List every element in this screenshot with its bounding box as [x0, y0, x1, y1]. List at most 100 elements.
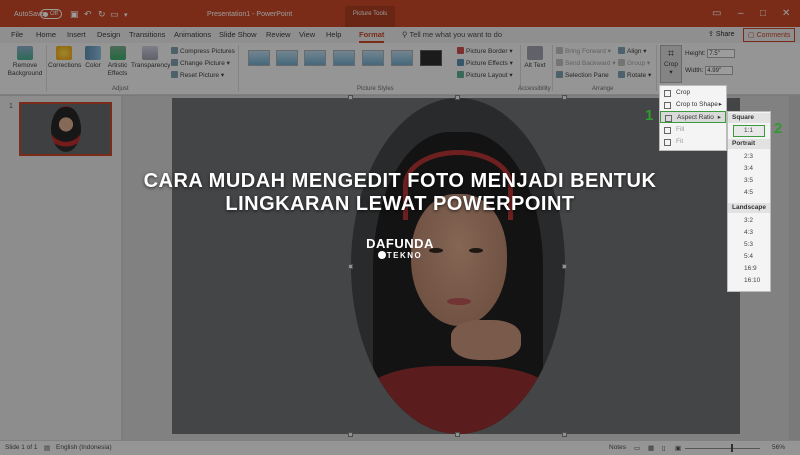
tab-transitions[interactable]: Transitions — [129, 30, 165, 39]
send-backward-icon — [556, 59, 563, 66]
picture-layout-label: Picture Layout — [466, 72, 508, 79]
aspect-3-5[interactable]: 3:5 — [744, 176, 753, 185]
width-input[interactable]: 4.99" — [705, 66, 734, 75]
artistic-effects-button[interactable]: Artistic Effects — [105, 46, 130, 78]
change-picture-button[interactable]: Change Picture ▾ — [171, 59, 230, 67]
slide-thumbnail-pane: 1 — [0, 96, 122, 440]
tab-view[interactable]: View — [299, 30, 315, 39]
resize-handle[interactable] — [348, 264, 353, 269]
aspect-4-5[interactable]: 4:5 — [744, 188, 753, 197]
menu-item-fill[interactable]: Fill — [660, 124, 726, 136]
tab-slide-show[interactable]: Slide Show — [219, 30, 257, 39]
alt-text-button[interactable]: Alt Text — [524, 46, 546, 70]
picture-style-5[interactable] — [362, 50, 384, 66]
picture-style-2[interactable] — [276, 50, 298, 66]
share-button[interactable]: ⇪ Share — [704, 28, 739, 40]
save-icon[interactable]: ▣ — [70, 9, 79, 20]
picture-style-4[interactable] — [333, 50, 355, 66]
tab-format[interactable]: Format — [359, 30, 385, 43]
transparency-button[interactable]: Transparency — [131, 46, 171, 70]
compress-pictures-button[interactable]: Compress Pictures — [171, 47, 235, 55]
picture-border-label: Picture Border — [466, 48, 508, 55]
menu-item-crop-to-shape[interactable]: Crop to Shape ▸ — [660, 99, 726, 111]
bring-forward-button[interactable]: Bring Forward ▾ — [556, 47, 611, 55]
reading-view-icon[interactable]: ▯ — [662, 444, 666, 452]
menu-item-crop[interactable]: Crop — [660, 87, 726, 99]
resize-handle[interactable] — [348, 95, 353, 100]
aspect-16-10[interactable]: 16:10 — [744, 276, 760, 285]
language-indicator[interactable]: English (Indonesia) — [56, 444, 112, 451]
minimize-icon[interactable]: – — [738, 8, 744, 19]
zoom-slider[interactable] — [685, 448, 760, 449]
tab-help[interactable]: Help — [326, 30, 341, 39]
group-icon — [618, 59, 625, 66]
tab-design[interactable]: Design — [97, 30, 120, 39]
picture-style-1[interactable] — [248, 50, 270, 66]
zoom-slider-thumb[interactable] — [731, 444, 733, 452]
picture-style-7[interactable] — [420, 50, 442, 66]
picture-style-3[interactable] — [304, 50, 326, 66]
transparency-icon — [142, 46, 158, 60]
slide-thumbnail-1[interactable] — [19, 102, 112, 156]
rotate-button[interactable]: Rotate ▾ — [618, 71, 651, 79]
aspect-4-3[interactable]: 4:3 — [744, 228, 753, 237]
redo-icon[interactable]: ↻ — [98, 9, 106, 20]
resize-handle[interactable] — [562, 432, 567, 437]
aspect-1-1[interactable]: 1:1 — [733, 125, 765, 137]
remove-background-label: Remove Background — [7, 62, 43, 77]
width-label: Width: — [685, 67, 704, 75]
selection-pane-button[interactable]: Selection Pane — [556, 71, 609, 79]
start-from-beginning-icon[interactable]: ▭ — [110, 9, 119, 20]
corrections-button[interactable]: Corrections — [48, 46, 81, 70]
normal-view-icon[interactable]: ▭ — [634, 444, 640, 452]
slide-sorter-icon[interactable]: ▦ — [648, 444, 654, 452]
aspect-3-4[interactable]: 3:4 — [744, 164, 753, 173]
color-label: Color — [85, 62, 101, 69]
tell-me-search[interactable]: ⚲ Tell me what you want to do — [402, 30, 502, 39]
tab-file[interactable]: File — [11, 30, 23, 39]
group-button[interactable]: Group ▾ — [618, 59, 650, 67]
autosave-toggle[interactable]: Off — [40, 9, 62, 19]
spell-check-icon[interactable]: ▤ — [44, 444, 50, 452]
shape-icon — [664, 102, 671, 109]
resize-handle[interactable] — [562, 264, 567, 269]
align-button[interactable]: Align ▾ — [618, 47, 647, 55]
picture-style-6[interactable] — [391, 50, 413, 66]
maximize-icon[interactable]: □ — [760, 8, 766, 19]
crop-icon — [664, 90, 671, 97]
send-backward-button[interactable]: Send Backward ▾ — [556, 59, 616, 67]
aspect-3-2[interactable]: 3:2 — [744, 216, 753, 225]
aspect-5-4[interactable]: 5:4 — [744, 252, 753, 261]
oval-cropped-photo[interactable] — [351, 98, 565, 434]
crop-button[interactable]: ⌗ Crop ▾ — [660, 45, 682, 83]
resize-handle[interactable] — [562, 95, 567, 100]
picture-layout-button[interactable]: Picture Layout ▾ — [457, 71, 513, 79]
close-icon[interactable]: ✕ — [782, 8, 790, 19]
aspect-16-9[interactable]: 16:9 — [744, 264, 757, 273]
picture-effects-button[interactable]: Picture Effects ▾ — [457, 59, 513, 67]
undo-icon[interactable]: ↶ — [84, 9, 92, 20]
remove-background-button[interactable]: Remove Background — [6, 46, 44, 78]
resize-handle[interactable] — [455, 432, 460, 437]
landscape-heading: Landscape — [728, 203, 770, 213]
reset-picture-button[interactable]: Reset Picture ▾ — [171, 71, 224, 79]
aspect-2-3[interactable]: 2:3 — [744, 152, 753, 161]
customize-quick-access-icon[interactable]: ▾ — [124, 11, 128, 19]
height-input[interactable]: 7.5" — [707, 49, 736, 58]
tab-review[interactable]: Review — [266, 30, 291, 39]
tab-animations[interactable]: Animations — [174, 30, 211, 39]
zoom-level[interactable]: 56% — [772, 444, 785, 451]
tab-insert[interactable]: Insert — [67, 30, 86, 39]
slideshow-view-icon[interactable]: ▣ — [675, 444, 681, 452]
resize-handle[interactable] — [348, 432, 353, 437]
resize-handle[interactable] — [455, 95, 460, 100]
notes-button[interactable]: Notes — [609, 444, 626, 451]
aspect-5-3[interactable]: 5:3 — [744, 240, 753, 249]
comments-button[interactable]: ▢ Comments — [743, 28, 796, 42]
ribbon-display-options-icon[interactable]: ▭ — [712, 8, 721, 19]
menu-item-fit[interactable]: Fit — [660, 136, 726, 148]
menu-item-aspect-ratio[interactable]: Aspect Ratio ▸ — [660, 111, 726, 123]
picture-border-button[interactable]: Picture Border ▾ — [457, 47, 513, 55]
tab-home[interactable]: Home — [36, 30, 56, 39]
color-button[interactable]: Color — [82, 46, 104, 70]
